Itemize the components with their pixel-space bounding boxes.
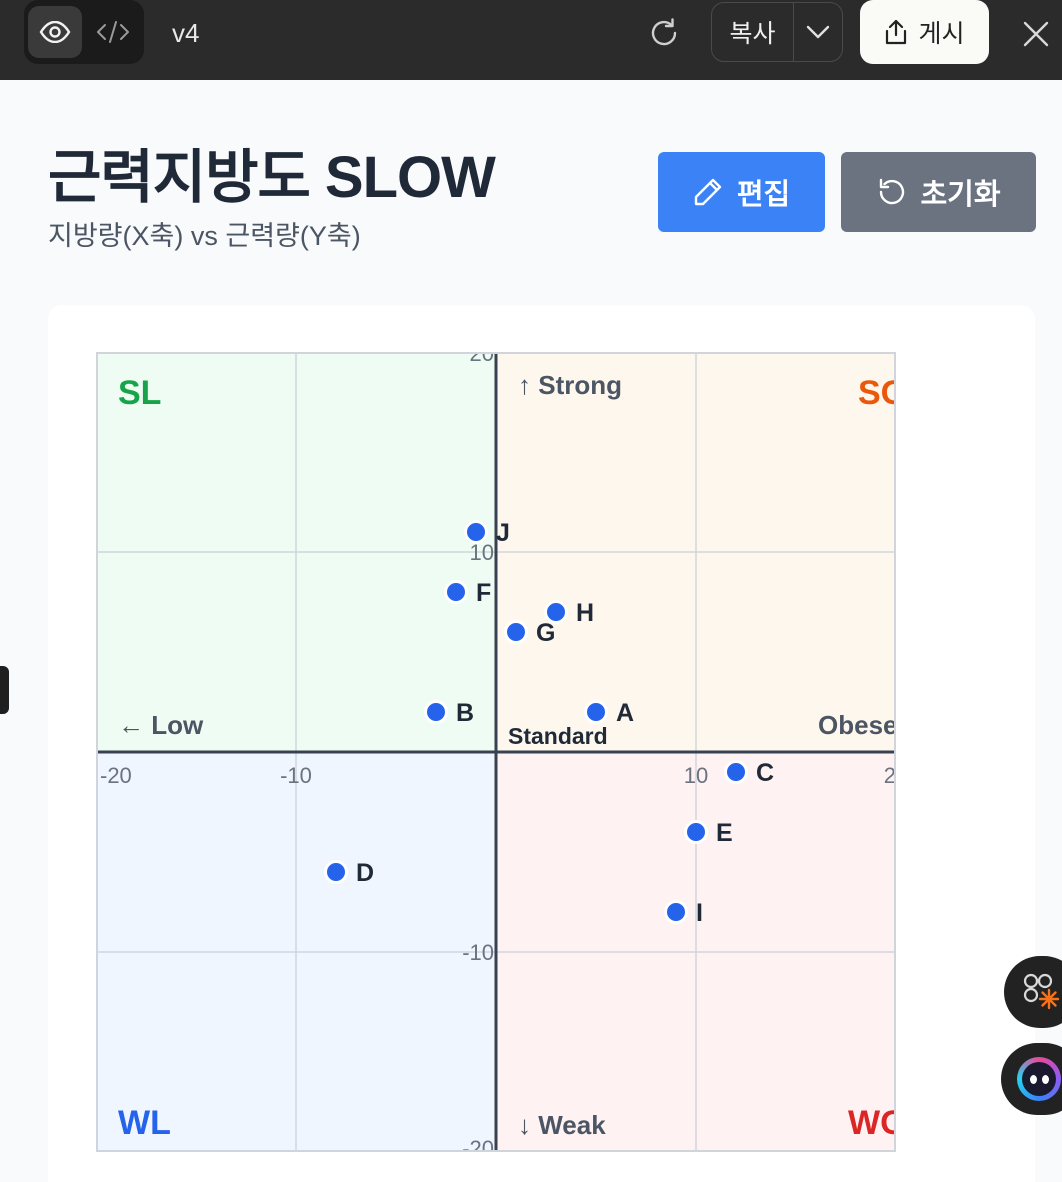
data-point-label: E [716, 819, 733, 847]
data-point-label: I [696, 899, 703, 927]
copy-button-group: 복사 [711, 2, 843, 62]
page-subtitle: 지방량(X축) vs 근력량(Y축) [48, 221, 361, 251]
preview-button[interactable] [28, 6, 82, 58]
data-point-label: F [476, 579, 491, 607]
rotate-ccw-icon [880, 178, 905, 205]
close-button[interactable] [1016, 14, 1056, 54]
data-point-label: J [496, 519, 510, 547]
quadrant-label-sl: SL [118, 374, 161, 412]
view-toggle [24, 0, 144, 64]
data-point-label: B [456, 699, 474, 727]
copy-button[interactable]: 복사 [712, 3, 794, 61]
data-point [504, 620, 528, 644]
axis-label-strong: ↑ Strong [518, 370, 622, 400]
x-tick-label: 10 [684, 763, 708, 788]
code-icon [97, 21, 129, 43]
edit-button[interactable]: 편집 [658, 152, 825, 232]
publish-label: 게시 [918, 20, 965, 48]
command-spark-icon [1023, 973, 1060, 1010]
y-tick-label: 20 [470, 352, 494, 366]
data-point [664, 900, 688, 924]
refresh-icon [651, 18, 677, 46]
data-point [444, 580, 468, 604]
top-toolbar: v4 복사 게시 [0, 0, 1062, 80]
data-point-label: H [576, 599, 594, 627]
copy-dropdown-button[interactable] [794, 3, 842, 61]
assistant-face-icon [1017, 1057, 1061, 1101]
data-point-label: A [616, 699, 634, 727]
data-point-label: D [356, 859, 374, 887]
quadrant-chart: -20-1010202010-10-20 SLSOWLWO↑ Strong↓ W… [96, 352, 896, 1152]
data-point-label: C [756, 759, 774, 787]
eye-icon [39, 21, 71, 43]
share-icon [886, 19, 907, 45]
quadrant-label-so: SO [858, 374, 896, 412]
axis-label-standard: Standard [508, 723, 608, 749]
y-tick-label: -10 [462, 940, 494, 965]
x-tick-label: -20 [100, 763, 132, 788]
pencil-icon [694, 178, 722, 206]
code-view-button[interactable] [86, 6, 140, 58]
axis-label-low: ← Low [118, 710, 204, 740]
data-point [464, 520, 488, 544]
axis-label-obese: Obese [818, 710, 896, 740]
edit-label: 편집 [736, 179, 791, 211]
reset-button[interactable]: 초기화 [841, 152, 1036, 232]
publish-button[interactable]: 게시 [860, 0, 989, 64]
data-point [324, 860, 348, 884]
y-tick-label: -20 [462, 1136, 494, 1152]
quadrant-label-wl: WL [118, 1104, 171, 1142]
page-title: 근력지방도 SLOW [48, 145, 496, 210]
side-panel-tab[interactable] [0, 666, 9, 714]
reset-label: 초기화 [920, 179, 1001, 211]
refresh-button[interactable] [644, 13, 684, 53]
data-point [544, 600, 568, 624]
close-icon [1023, 21, 1049, 47]
data-point [724, 760, 748, 784]
data-point [424, 700, 448, 724]
data-point [684, 820, 708, 844]
quadrant-label-wo: WO [848, 1104, 896, 1142]
y-tick-label: 10 [470, 540, 494, 565]
x-tick-label: -10 [280, 763, 312, 788]
data-point [584, 700, 608, 724]
axis-label-weak: ↓ Weak [518, 1110, 606, 1140]
version-label: v4 [172, 18, 200, 48]
chevron-down-icon [806, 25, 830, 39]
